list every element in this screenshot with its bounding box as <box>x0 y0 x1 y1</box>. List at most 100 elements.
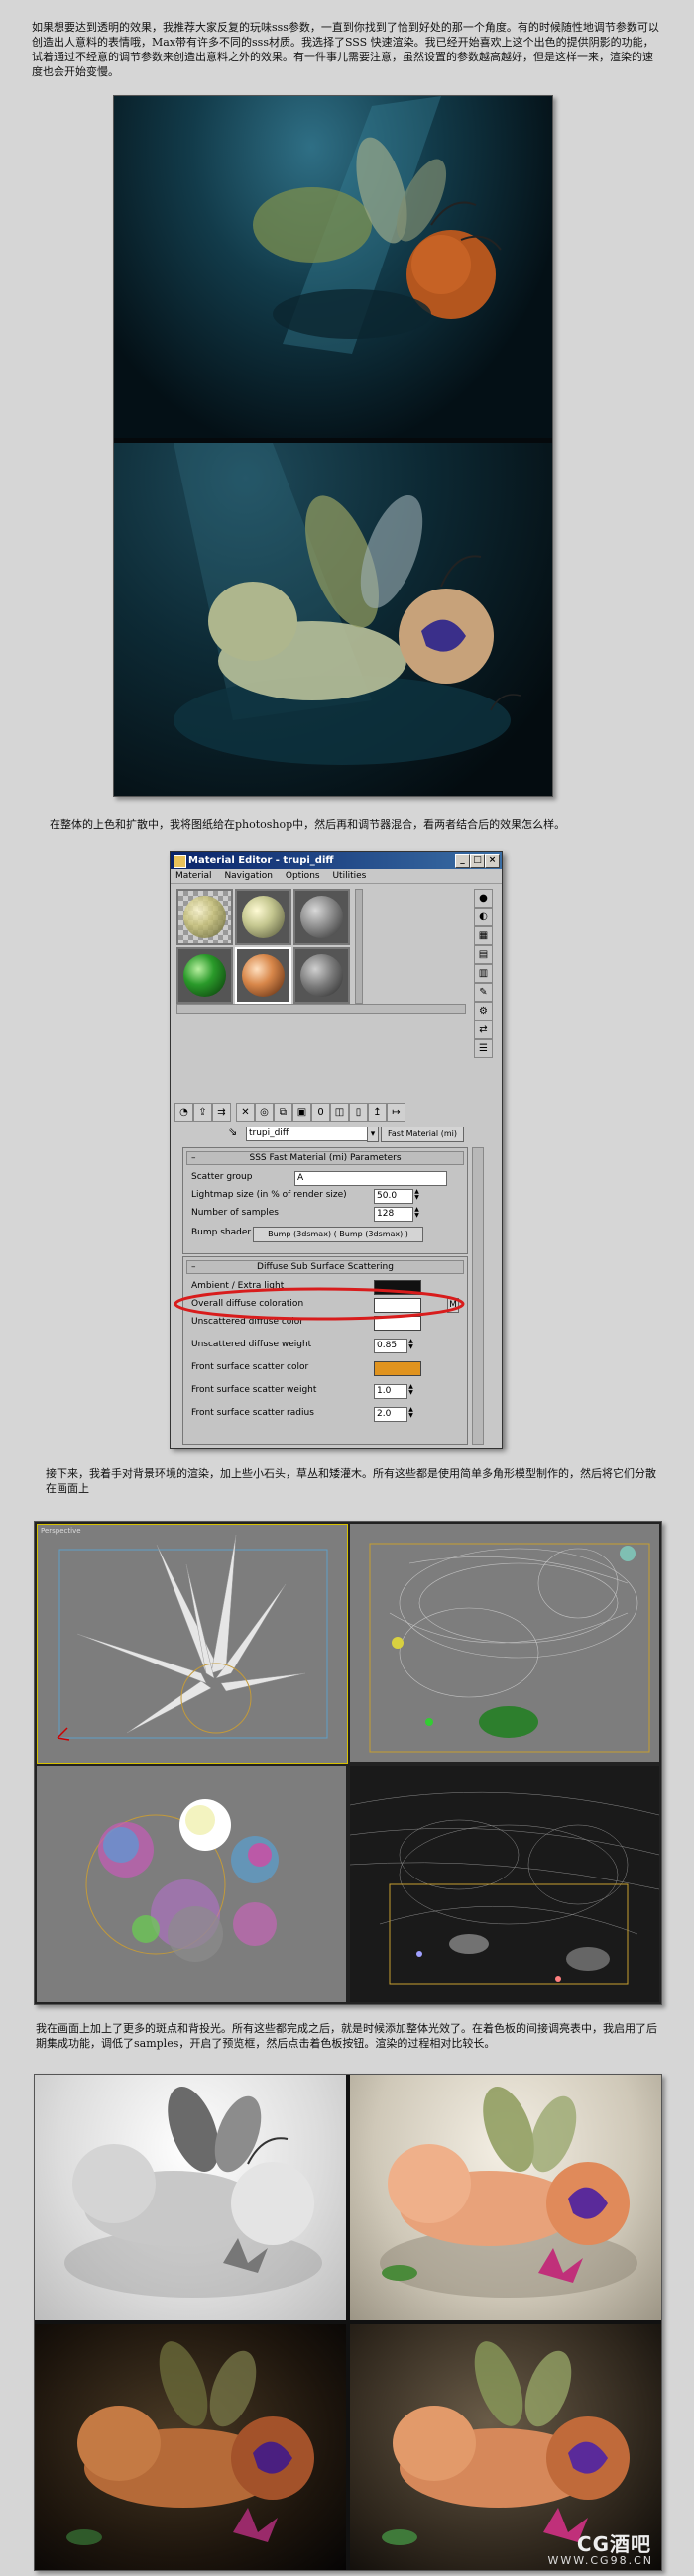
go-to-parent-icon[interactable]: ↥ <box>368 1103 387 1122</box>
watermark-brand: CG酒吧 <box>576 2532 651 2556</box>
viewport-bottom-left[interactable] <box>37 1766 346 2002</box>
vertical-scrollbar[interactable] <box>355 889 363 1004</box>
sss-parameters-header[interactable]: – SSS Fast Material (mi) Parameters <box>186 1151 464 1165</box>
material-type-button[interactable]: Fast Material (mi) <box>381 1127 464 1142</box>
backlit-figure-art <box>253 96 502 354</box>
intro-paragraph: 如果想要达到透明的效果，我推荐大家反复的玩味sss参数，一直到你找到了恰到好处的… <box>32 21 659 78</box>
sample-slot-2[interactable] <box>235 889 291 945</box>
close-button[interactable]: × <box>485 854 500 868</box>
video-color-check-icon[interactable]: ▥ <box>474 964 493 983</box>
put-to-scene-icon[interactable]: ⇪ <box>193 1103 212 1122</box>
assign-to-selection-icon[interactable]: ⇉ <box>212 1103 231 1122</box>
samples-spinner[interactable]: ▲ ▼ <box>413 1207 420 1220</box>
scatter-group-field[interactable]: A <box>294 1171 447 1186</box>
flowers-scatter-art <box>85 1799 279 1962</box>
viewport-bottom-right[interactable] <box>350 1766 659 2002</box>
render-color-lit <box>350 2075 661 2320</box>
diffuse-sss-header[interactable]: – Diffuse Sub Surface Scattering <box>186 1260 464 1274</box>
material-editor-window: Material Editor - trupi_diff _ □ × Mater… <box>170 851 503 1449</box>
ambient-label: Ambient / Extra light <box>191 1281 285 1291</box>
render-scene-front <box>114 443 552 796</box>
samples-label: Number of samples <box>191 1208 279 1218</box>
dark-baby-art <box>66 2341 314 2545</box>
scatter-group-label: Scatter group <box>191 1172 253 1182</box>
menu-navigation[interactable]: Navigation <box>219 871 278 881</box>
front-scatter-color-swatch[interactable] <box>374 1361 421 1376</box>
select-by-material-icon[interactable]: ⇄ <box>474 1020 493 1039</box>
app-icon <box>174 855 186 868</box>
title-bar: Material Editor - trupi_diff _ □ × <box>171 852 502 869</box>
final-paragraph: 我在画面上加上了更多的斑点和背投光。所有这些都完成之后，就是时候添加整体光效了。… <box>36 2022 657 2050</box>
slot-scrollbar[interactable] <box>176 1004 466 1014</box>
clay-baby-art <box>64 2087 322 2298</box>
sample-slot-5-active[interactable] <box>235 947 291 1004</box>
make-unique-icon[interactable]: ⧉ <box>274 1103 292 1122</box>
viewport-top-right[interactable] <box>350 1524 659 1762</box>
front-scatter-weight-spinner[interactable]: ▲ ▼ <box>407 1384 414 1397</box>
front-scatter-weight-field[interactable]: 1.0 <box>374 1384 407 1399</box>
diffuse-sss-rollout: – Diffuse Sub Surface Scattering Ambient … <box>182 1256 468 1445</box>
sample-type-icon[interactable]: ● <box>474 889 493 908</box>
final-renders-grid: CG酒吧 WWW.CG98.CN <box>34 2074 662 2571</box>
overall-diffuse-label: Overall diffuse coloration <box>191 1299 304 1309</box>
unscattered-color-swatch[interactable] <box>374 1316 421 1331</box>
bump-shader-button[interactable]: Bump (3dsmax) ( Bump (3dsmax) ) <box>253 1227 423 1242</box>
front-scatter-radius-spinner[interactable]: ▲ ▼ <box>407 1407 414 1420</box>
menu-options[interactable]: Options <box>281 871 325 881</box>
viewport-top-left[interactable]: Perspective <box>37 1524 348 1764</box>
color-baby-art <box>380 2087 637 2298</box>
front-scatter-radius-field[interactable]: 2.0 <box>374 1407 407 1422</box>
bump-shader-label: Bump shader <box>191 1228 252 1237</box>
baby-wireframe-art <box>369 1543 650 1753</box>
viewports-image: Perspective <box>34 1521 662 2005</box>
sleeping-baby-art <box>174 443 521 765</box>
go-forward-sibling-icon[interactable]: ↦ <box>387 1103 405 1122</box>
viewport-label: Perspective <box>41 1527 81 1535</box>
material-name-field[interactable]: trupi_diff <box>246 1127 369 1141</box>
watermark-url: WWW.CG98.CN <box>547 2554 653 2567</box>
backlight-icon[interactable]: ◐ <box>474 908 493 926</box>
overall-diffuse-swatch[interactable] <box>374 1298 421 1313</box>
reset-map-icon[interactable]: ✕ <box>236 1103 255 1122</box>
sss-parameters-rollout: – SSS Fast Material (mi) Parameters Scatt… <box>182 1147 468 1254</box>
unscattered-weight-field[interactable]: 0.85 <box>374 1339 407 1353</box>
grass-wireframe-art <box>57 1534 328 1741</box>
unscattered-weight-spinner[interactable]: ▲ ▼ <box>407 1339 414 1351</box>
sample-slot-6[interactable] <box>293 947 350 1004</box>
show-end-result-icon[interactable]: ▯ <box>349 1103 368 1122</box>
material-name-dropdown[interactable]: ▾ <box>367 1127 379 1142</box>
lightmap-size-label: Lightmap size (in % of render size) <box>191 1190 347 1200</box>
unscattered-weight-label: Unscattered diffuse weight <box>191 1340 312 1349</box>
sample-slot-1[interactable] <box>176 889 233 945</box>
put-to-library-icon[interactable]: ▣ <box>292 1103 311 1122</box>
material-effects-channel-icon[interactable]: 0 <box>311 1103 330 1122</box>
front-scatter-weight-label: Front surface scatter weight <box>191 1385 317 1395</box>
maximize-button[interactable]: □ <box>470 854 485 868</box>
minimize-button[interactable]: _ <box>455 854 470 868</box>
window-title: Material Editor - trupi_diff <box>188 855 334 866</box>
render-scene-backlit <box>114 96 552 438</box>
lightmap-size-field[interactable]: 50.0 <box>374 1189 413 1204</box>
ambient-swatch[interactable] <box>374 1280 421 1295</box>
samples-field[interactable]: 128 <box>374 1207 413 1222</box>
sample-slot-4[interactable] <box>176 947 233 1004</box>
sample-slot-3[interactable] <box>293 889 350 945</box>
pick-material-icon[interactable]: ⇘ <box>228 1126 237 1138</box>
get-material-icon[interactable]: ◔ <box>174 1103 193 1122</box>
show-map-icon[interactable]: ◫ <box>330 1103 349 1122</box>
lightmap-size-spinner[interactable]: ▲ ▼ <box>413 1189 420 1202</box>
material-navigator-icon[interactable]: ☰ <box>474 1039 493 1058</box>
rollout-scrollbar[interactable] <box>472 1147 484 1445</box>
uv-tiling-icon[interactable]: ▤ <box>474 945 493 964</box>
render-clay <box>35 2075 346 2320</box>
overall-diffuse-map-button[interactable]: M <box>447 1298 459 1313</box>
front-scatter-color-label: Front surface scatter color <box>191 1362 309 1372</box>
mid-paragraph: 在整体的上色和扩散中，我将图纸给在photoshop中，然后再和调节器混合，看两… <box>50 818 566 831</box>
copy-material-icon[interactable]: ◎ <box>255 1103 274 1122</box>
render-dark-lit <box>35 2324 346 2570</box>
background-icon[interactable]: ▦ <box>474 926 493 945</box>
menu-material[interactable]: Material <box>171 871 217 881</box>
options-icon[interactable]: ⚙ <box>474 1002 493 1020</box>
make-preview-icon[interactable]: ✎ <box>474 983 493 1002</box>
menu-utilities[interactable]: Utilities <box>327 871 371 881</box>
